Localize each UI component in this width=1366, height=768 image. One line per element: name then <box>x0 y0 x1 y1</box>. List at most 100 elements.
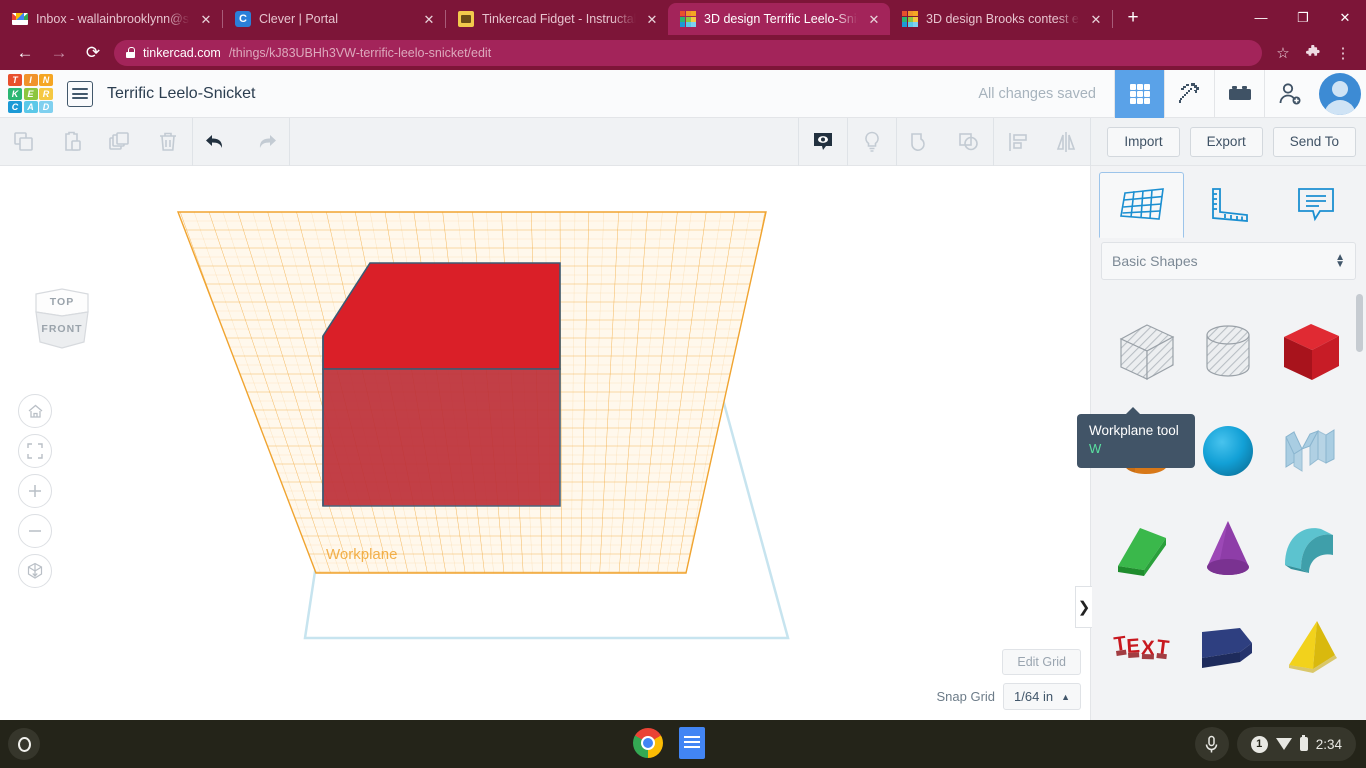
tab-close-button[interactable]: ✕ <box>644 11 660 27</box>
browser-tab-1[interactable]: C Clever | Portal ✕ <box>223 3 445 35</box>
bookmark-star-icon[interactable]: ☆ <box>1268 38 1298 68</box>
red-box-solid <box>322 262 561 507</box>
browser-tab-2[interactable]: Tinkercad Fidget - Instructables ✕ <box>446 3 668 35</box>
delete-trash-icon[interactable] <box>144 118 192 166</box>
tab-close-button[interactable]: ✕ <box>1088 11 1104 27</box>
ortho-perspective-toggle-button[interactable] <box>18 554 52 588</box>
shape-item-wedge[interactable] <box>1105 500 1187 598</box>
stepper-arrows-icon: ▲ ▼ <box>1335 252 1345 270</box>
edit-toolbar: Import Export Send To <box>0 117 1366 166</box>
chrome-app-icon[interactable] <box>633 728 663 758</box>
shape-category-select[interactable]: Basic Shapes ▲ ▼ <box>1101 242 1356 280</box>
view-cube-top-label[interactable]: TOP <box>22 296 102 308</box>
snap-grid-label: Snap Grid <box>936 689 996 704</box>
avatar <box>1319 72 1361 115</box>
workplane-tool-tab[interactable] <box>1099 172 1184 238</box>
fit-to-view-button[interactable] <box>18 434 52 468</box>
header-icon-group <box>1114 69 1366 118</box>
browser-tab-0[interactable]: Inbox - wallainbrooklynn@stude ✕ <box>0 3 222 35</box>
zoom-in-button[interactable] <box>18 474 52 508</box>
tab-close-button[interactable]: ✕ <box>866 11 882 27</box>
show-hide-eye-icon[interactable] <box>799 118 847 166</box>
project-menu-icon[interactable] <box>67 80 93 107</box>
system-tray: 1 2:34 <box>1194 727 1356 761</box>
shape-item-pyramid[interactable] <box>1270 598 1352 696</box>
wifi-icon <box>1275 738 1292 750</box>
window-controls: — ❐ ✕ <box>1240 0 1366 35</box>
copy-icon[interactable] <box>0 118 48 166</box>
logo-letter: T <box>8 74 22 86</box>
tab-close-button[interactable]: ✕ <box>198 11 214 27</box>
shape-item-scribble[interactable] <box>1270 402 1352 500</box>
panel-collapse-handle[interactable]: ❯ <box>1075 586 1092 628</box>
microphone-icon[interactable] <box>1194 727 1229 761</box>
undo-icon[interactable] <box>193 118 241 166</box>
browser-tab-4[interactable]: 3D design Brooks contest entry ✕ <box>890 3 1112 35</box>
page-title: Terrific Leelo-Snicket <box>107 84 256 102</box>
extensions-puzzle-icon[interactable] <box>1298 38 1328 68</box>
view-cube-front-label[interactable]: FRONT <box>22 323 102 335</box>
send-to-button[interactable]: Send To <box>1272 126 1356 157</box>
tinkercad-logo[interactable]: T I N K E R C A D <box>8 74 53 113</box>
app-header: T I N K E R C A D Terrific Leelo-Snicket… <box>0 69 1366 118</box>
edit-grid-button[interactable]: Edit Grid <box>1002 649 1081 675</box>
ruler-tool-tab[interactable] <box>1186 172 1271 238</box>
minecraft-pickaxe-icon[interactable] <box>1164 69 1214 118</box>
forward-button[interactable]: → <box>42 38 76 68</box>
window-minimize-button[interactable]: — <box>1240 0 1282 35</box>
ungroup-icon[interactable] <box>945 118 993 166</box>
history-tools <box>193 118 289 166</box>
tab-title: 3D design Brooks contest entry <box>926 12 1080 26</box>
home-view-button[interactable] <box>18 394 52 428</box>
mirror-icon[interactable] <box>1042 118 1090 166</box>
window-close-button[interactable]: ✕ <box>1324 0 1366 35</box>
shape-item-cylinder-hole[interactable] <box>1187 304 1269 402</box>
shape-item-box-hole[interactable] <box>1105 304 1187 402</box>
note-tool-tab[interactable] <box>1273 172 1358 238</box>
status-tray[interactable]: 1 2:34 <box>1236 727 1356 761</box>
tab-title: Clever | Portal <box>259 12 338 26</box>
blocks-grid-icon[interactable] <box>1114 69 1164 118</box>
export-button[interactable]: Export <box>1189 126 1263 157</box>
clever-icon: C <box>235 11 251 27</box>
shape-item-text[interactable]: T E X T <box>1105 598 1187 696</box>
browser-tab-3-active[interactable]: 3D design Terrific Leelo-Snicket ✕ <box>668 3 890 35</box>
redo-icon[interactable] <box>241 118 289 166</box>
paste-icon[interactable] <box>48 118 96 166</box>
browser-menu-icon[interactable]: ⋮ <box>1328 38 1358 68</box>
lego-brick-icon[interactable] <box>1214 69 1264 118</box>
user-avatar-button[interactable] <box>1314 70 1366 118</box>
tooltip-title: Workplane tool <box>1089 423 1179 438</box>
launcher-button[interactable] <box>8 728 40 760</box>
scrollbar-thumb[interactable] <box>1356 294 1363 352</box>
align-icon[interactable] <box>994 118 1042 166</box>
duplicate-icon[interactable] <box>96 118 144 166</box>
window-maximize-button[interactable]: ❐ <box>1282 0 1324 35</box>
shape-item-polygon[interactable] <box>1187 598 1269 696</box>
shape-item-sphere[interactable] <box>1187 402 1269 500</box>
design-canvas[interactable]: Workplane <box>130 206 890 706</box>
tab-close-button[interactable]: ✕ <box>421 11 437 27</box>
shape-panel-scrollbar[interactable] <box>1356 294 1363 712</box>
google-docs-app-icon[interactable] <box>679 727 705 759</box>
import-button[interactable]: Import <box>1107 126 1180 157</box>
tinkercad-icon <box>680 11 696 27</box>
back-button[interactable]: ← <box>8 38 42 68</box>
add-person-icon[interactable] <box>1264 69 1314 118</box>
tab-title: 3D design Terrific Leelo-Snicket <box>704 12 858 26</box>
view-cube[interactable]: TOP FRONT <box>22 286 102 358</box>
new-tab-button[interactable]: + <box>1119 4 1147 32</box>
shape-item-box[interactable] <box>1270 304 1352 402</box>
shape-item-cone[interactable] <box>1187 500 1269 598</box>
address-bar[interactable]: tinkercad.com/things/kJ83UBHh3VW-terrifi… <box>114 39 1262 66</box>
group-icon[interactable] <box>897 118 945 166</box>
snap-grid-select[interactable]: 1/64 in ▲ <box>1003 683 1081 710</box>
lightbulb-hint-icon[interactable] <box>848 118 896 166</box>
tab-separator <box>1112 10 1113 28</box>
zoom-out-button[interactable] <box>18 514 52 548</box>
system-shelf: 1 2:34 <box>0 720 1366 768</box>
shape-category-select-wrap: Basic Shapes ▲ ▼ <box>1091 238 1366 280</box>
shape-item-roof[interactable] <box>1270 500 1352 598</box>
reload-button[interactable]: ⟳ <box>76 38 110 68</box>
shelf-app-icons <box>633 727 705 759</box>
